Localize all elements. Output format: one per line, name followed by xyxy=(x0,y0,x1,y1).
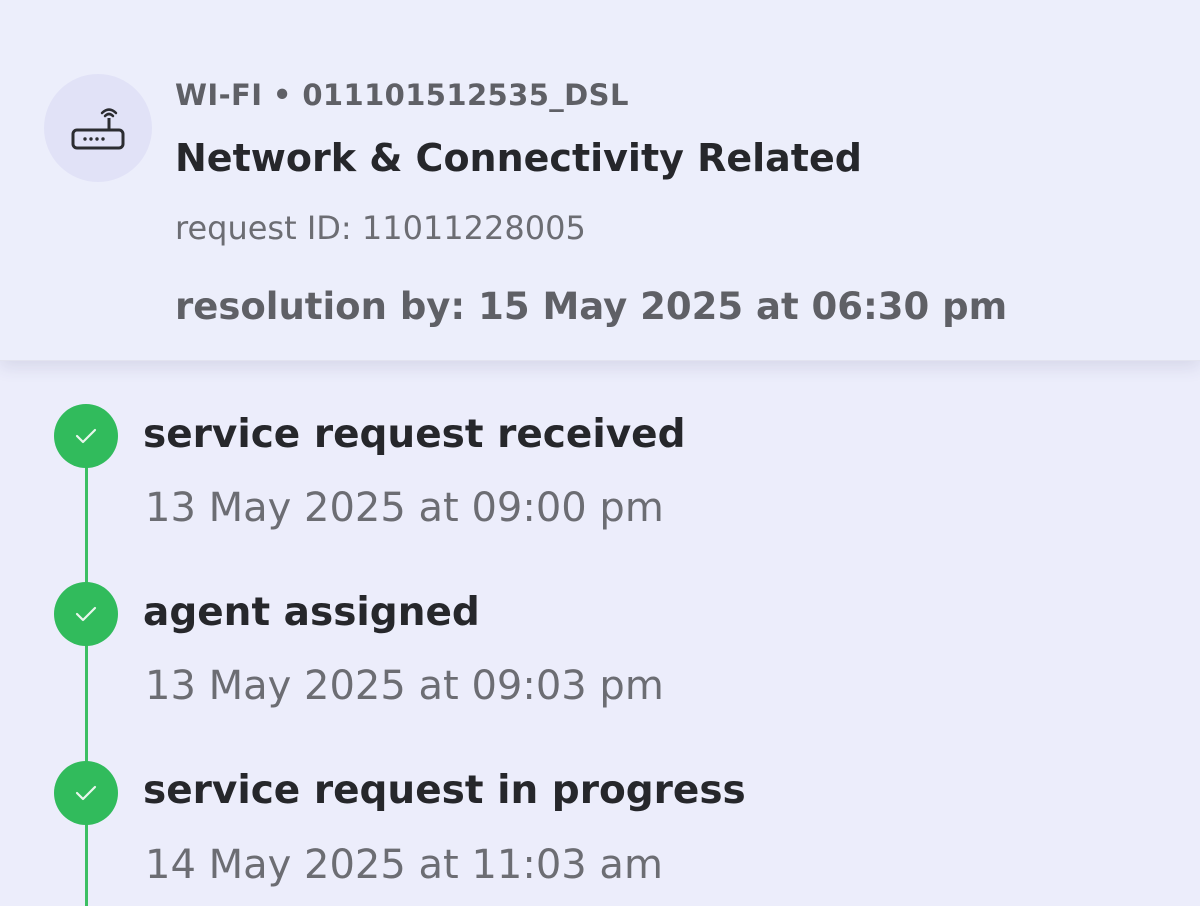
timeline-connector xyxy=(85,436,88,906)
step-time: 13 May 2025 at 09:03 pm xyxy=(145,663,664,709)
request-id: request ID: 11011228005 xyxy=(175,209,586,247)
network-label: WI-FI • 011101512535_DSL xyxy=(175,78,629,112)
ticket-category-title: Network & Connectivity Related xyxy=(175,136,862,180)
resolution-by: resolution by: 15 May 2025 at 06:30 pm xyxy=(175,285,1008,328)
check-icon xyxy=(54,582,118,646)
check-icon xyxy=(54,761,118,825)
step-time: 14 May 2025 at 11:03 am xyxy=(145,842,663,888)
ticket-summary-card: WI-FI • 011101512535_DSL Network & Conne… xyxy=(0,0,1200,361)
step-time: 13 May 2025 at 09:00 pm xyxy=(145,485,664,531)
step-title: agent assigned xyxy=(143,590,480,635)
step-title: service request in progress xyxy=(143,768,746,813)
router-avatar xyxy=(44,74,152,182)
step-title: service request received xyxy=(143,412,686,457)
router-icon xyxy=(71,108,125,150)
check-icon xyxy=(54,404,118,468)
